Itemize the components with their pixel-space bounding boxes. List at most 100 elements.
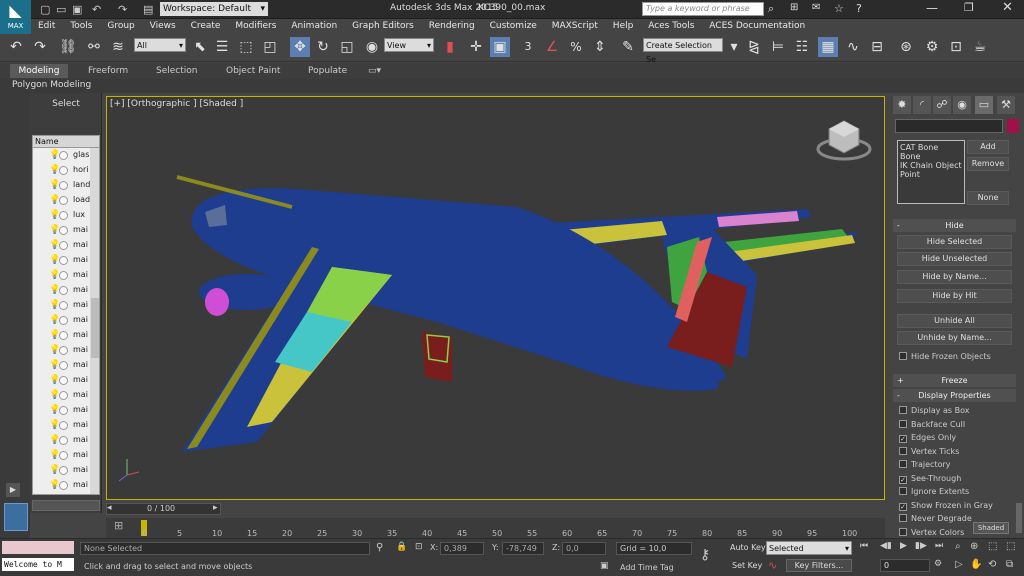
- visibility-icon[interactable]: [59, 196, 68, 205]
- display-option-checkbox[interactable]: ✓ Show Frozen in Gray: [899, 500, 993, 512]
- z-coordinate-field[interactable]: 0,0: [562, 542, 606, 555]
- light-bulb-icon[interactable]: 💡: [49, 301, 60, 310]
- light-bulb-icon[interactable]: 💡: [49, 466, 60, 475]
- minimize-icon[interactable]: —: [926, 1, 938, 15]
- name-column-header[interactable]: Name: [33, 136, 99, 148]
- visibility-icon[interactable]: [59, 451, 68, 460]
- zoom-all-icon[interactable]: ⊕: [970, 541, 978, 552]
- curve-editor-icon[interactable]: ∿: [843, 37, 863, 57]
- visibility-icon[interactable]: [59, 241, 68, 250]
- menu-group[interactable]: Group: [101, 19, 140, 34]
- light-bulb-icon[interactable]: 💡: [49, 346, 60, 355]
- go-to-end-icon[interactable]: ⏭: [935, 541, 943, 551]
- maximize-icon[interactable]: ❐: [964, 1, 974, 14]
- previous-frame-icon[interactable]: ◀▮: [880, 541, 892, 551]
- none-button[interactable]: None: [967, 191, 1009, 205]
- light-bulb-icon[interactable]: 💡: [49, 451, 60, 460]
- window-crossing-icon[interactable]: ◰: [260, 37, 280, 57]
- add-time-tag-button[interactable]: Add Time Tag: [620, 563, 674, 572]
- menu-edit[interactable]: Edit: [32, 19, 61, 34]
- light-bulb-icon[interactable]: 💡: [49, 376, 60, 385]
- select-object-icon[interactable]: ⬉: [190, 37, 210, 57]
- light-bulb-icon[interactable]: 💡: [49, 421, 60, 430]
- visibility-icon[interactable]: [59, 376, 68, 385]
- quick-new-icon[interactable]: ▢: [40, 3, 50, 16]
- utilities-tab-icon[interactable]: ⚒: [997, 96, 1015, 114]
- light-bulb-icon[interactable]: 💡: [49, 181, 60, 190]
- hierarchy-tab-icon[interactable]: ☍: [933, 96, 951, 114]
- display-option-checkbox[interactable]: Vertex Ticks: [899, 446, 959, 458]
- ribbon-polygon-modeling[interactable]: Polygon Modeling: [12, 80, 91, 90]
- light-bulb-icon[interactable]: 💡: [49, 256, 60, 265]
- visibility-icon[interactable]: [59, 226, 68, 235]
- key-mode-dropdown[interactable]: Selected ▾: [766, 541, 852, 555]
- menu-views[interactable]: Views: [144, 19, 182, 34]
- redo-icon[interactable]: ↷: [30, 37, 50, 57]
- angle-snap-icon[interactable]: ∠: [542, 37, 562, 57]
- render-teapot-icon[interactable]: ☕: [970, 37, 990, 57]
- light-bulb-icon[interactable]: 💡: [49, 241, 60, 250]
- chevron-down-icon[interactable]: ▾: [724, 37, 744, 57]
- visibility-icon[interactable]: [59, 271, 68, 280]
- light-bulb-icon[interactable]: 💡: [49, 166, 60, 175]
- visibility-icon[interactable]: [59, 316, 68, 325]
- default-tangent-icon[interactable]: ∿: [768, 559, 777, 572]
- light-bulb-icon[interactable]: 💡: [49, 436, 60, 445]
- menu-maxscript[interactable]: MAXScript: [546, 19, 604, 34]
- quick-save-icon[interactable]: ▣: [72, 3, 82, 16]
- tab-selection[interactable]: Selection: [156, 64, 197, 78]
- visibility-icon[interactable]: [59, 466, 68, 475]
- x-coordinate-field[interactable]: 0,389: [440, 542, 484, 555]
- visibility-icon[interactable]: [59, 256, 68, 265]
- select-and-scale-icon[interactable]: ◱: [337, 37, 357, 57]
- ribbon-options-icon[interactable]: ▭▾: [368, 64, 381, 78]
- close-icon[interactable]: ✕: [1002, 0, 1013, 15]
- panel-scrollbar[interactable]: [1016, 503, 1022, 533]
- viewcube-icon[interactable]: [816, 120, 872, 161]
- motion-tab-icon[interactable]: ◉: [953, 96, 971, 114]
- freeze-rollout-header[interactable]: + Freeze: [893, 374, 1016, 387]
- object-name-field[interactable]: [895, 119, 1003, 133]
- render-setup-icon[interactable]: ⚙: [922, 37, 942, 57]
- search-input[interactable]: Type a keyword or phrase: [642, 2, 764, 16]
- hide-rollout-header[interactable]: - Hide: [893, 219, 1016, 232]
- scene-horizontal-scrollbar[interactable]: [32, 500, 100, 511]
- display-option-checkbox[interactable]: Never Degrade: [899, 513, 972, 525]
- slider-next-icon[interactable]: ▸: [213, 503, 218, 513]
- subscription-icon[interactable]: ⊞: [790, 2, 798, 13]
- visibility-icon[interactable]: [59, 211, 68, 220]
- add-button[interactable]: Add: [967, 140, 1009, 154]
- unhide-all-button[interactable]: Unhide All: [897, 314, 1012, 328]
- scene-list-scrollbar[interactable]: [90, 148, 99, 494]
- menu-aces-documentation[interactable]: ACES Documentation: [703, 19, 811, 34]
- menu-graph-editors[interactable]: Graph Editors: [346, 19, 420, 34]
- light-bulb-icon[interactable]: 💡: [49, 151, 60, 160]
- visibility-icon[interactable]: [59, 421, 68, 430]
- list-item-ik-chain[interactable]: IK Chain Object: [900, 161, 962, 170]
- layer-manager-icon[interactable]: ☷: [792, 37, 812, 57]
- set-key-mode-icon[interactable]: ⚷: [700, 547, 710, 563]
- tab-populate[interactable]: Populate: [308, 64, 347, 78]
- unlink-icon[interactable]: ⚯: [84, 37, 104, 57]
- reference-coord-dropdown[interactable]: View ▾: [384, 38, 434, 52]
- display-option-checkbox[interactable]: Display as Box: [899, 405, 970, 417]
- next-frame-icon[interactable]: ▮▶: [915, 541, 927, 551]
- track-bar[interactable]: ⊞ 0 5 10 15 20 25 30 35 40 45 50 55 60 65 70 75 80 85 90 95…: [106, 518, 885, 538]
- quick-open-icon[interactable]: ▭: [56, 3, 66, 16]
- display-option-checkbox[interactable]: Vertex Colors: [899, 527, 964, 539]
- select-by-name-icon[interactable]: ☰: [212, 37, 232, 57]
- visibility-icon[interactable]: [59, 181, 68, 190]
- schematic-view-icon[interactable]: ⊟: [867, 37, 887, 57]
- shaded-button[interactable]: Shaded: [973, 522, 1009, 534]
- zoom-extents-icon[interactable]: ⬚: [988, 541, 997, 552]
- scrollbar-thumb[interactable]: [91, 298, 99, 358]
- bind-space-warp-icon[interactable]: ≋: [108, 37, 128, 57]
- move-gizmo-icon[interactable]: ✛: [466, 37, 486, 57]
- undo-icon[interactable]: ↶: [6, 37, 26, 57]
- search-icon[interactable]: ⌕: [768, 2, 774, 16]
- light-bulb-icon[interactable]: 💡: [49, 391, 60, 400]
- maximize-viewport-icon[interactable]: ⧉: [1006, 559, 1013, 570]
- visibility-icon[interactable]: [59, 406, 68, 415]
- menu-animation[interactable]: Animation: [285, 19, 343, 34]
- y-coordinate-field[interactable]: -78,749: [502, 542, 544, 555]
